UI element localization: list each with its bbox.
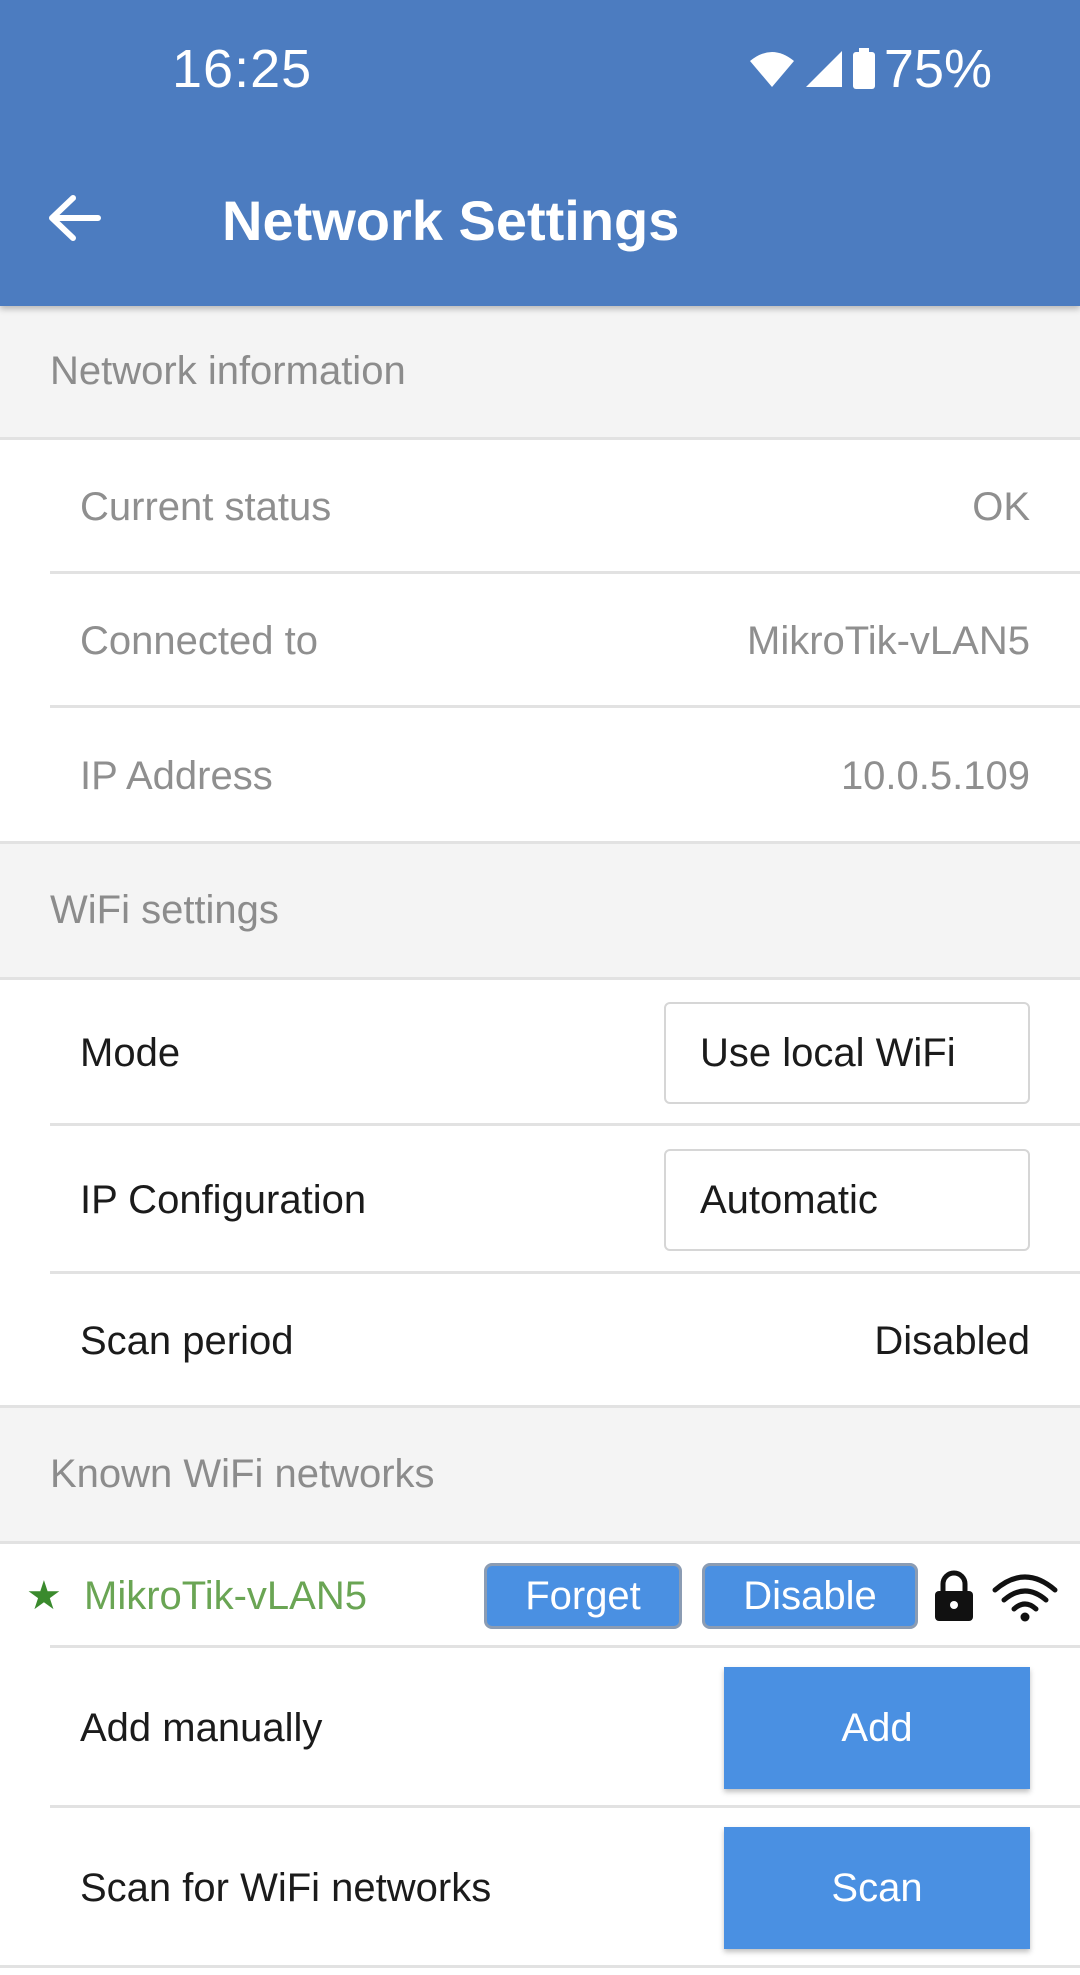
battery-icon (852, 48, 876, 90)
mode-row: Mode Use local WiFi (0, 980, 1080, 1126)
scan-button[interactable]: Scan (724, 1827, 1030, 1949)
scan-row: Scan for WiFi networks Scan (0, 1808, 1080, 1968)
known-network-name: MikroTik-vLAN5 (84, 1573, 367, 1618)
lock-icon (932, 1570, 976, 1622)
status-time: 16:25 (172, 39, 313, 99)
section-header-known-wifi-networks: Known WiFi networks (0, 1408, 1080, 1544)
forget-button[interactable]: Forget (484, 1563, 682, 1629)
ip-address-value: 10.0.5.109 (840, 753, 1030, 798)
page-title: Network Settings (222, 189, 680, 252)
ip-configuration-row: IP Configuration Automatic (0, 1126, 1080, 1274)
wifi-icon (748, 49, 796, 89)
ip-configuration-label: IP Configuration (80, 1177, 367, 1222)
current-status-label: Current status (80, 484, 332, 529)
connected-to-label: Connected to (80, 618, 318, 663)
add-manually-row: Add manually Add (0, 1648, 1080, 1808)
connected-to-value: MikroTik-vLAN5 (747, 618, 1030, 663)
scan-period-row[interactable]: Scan period Disabled (0, 1274, 1080, 1408)
add-button[interactable]: Add (724, 1667, 1030, 1789)
connected-to-row: Connected to MikroTik-vLAN5 (0, 574, 1080, 708)
disable-button[interactable]: Disable (702, 1563, 918, 1629)
add-manually-label: Add manually (80, 1705, 323, 1750)
mode-dropdown[interactable]: Use local WiFi (664, 1002, 1030, 1104)
scan-period-value[interactable]: Disabled (874, 1319, 1030, 1364)
current-status-row: Current status OK (0, 440, 1080, 574)
battery-percent: 75% (883, 39, 992, 99)
known-network-item: ★ MikroTik-vLAN5 Forget Disable (0, 1544, 1080, 1648)
ip-address-row: IP Address 10.0.5.109 (0, 708, 1080, 844)
ip-configuration-dropdown[interactable]: Automatic (664, 1149, 1030, 1251)
settings-list: Network information Current status OK Co… (0, 306, 1080, 1968)
status-icons: 75% (748, 38, 992, 100)
signal-icon (804, 49, 844, 89)
current-status-value: OK (972, 484, 1030, 529)
wifi-signal-icon (990, 1570, 1060, 1622)
section-header-wifi-settings: WiFi settings (0, 844, 1080, 980)
scan-period-label: Scan period (80, 1318, 294, 1363)
arrow-left-icon (47, 194, 101, 246)
ip-address-label: IP Address (80, 753, 273, 798)
back-button[interactable] (44, 190, 104, 250)
mode-label: Mode (80, 1030, 181, 1075)
section-header-network-information: Network information (0, 306, 1080, 440)
app-bar: 16:25 75% Network Settings (0, 0, 1080, 306)
scan-label: Scan for WiFi networks (80, 1865, 492, 1910)
star-icon: ★ (26, 1574, 62, 1618)
